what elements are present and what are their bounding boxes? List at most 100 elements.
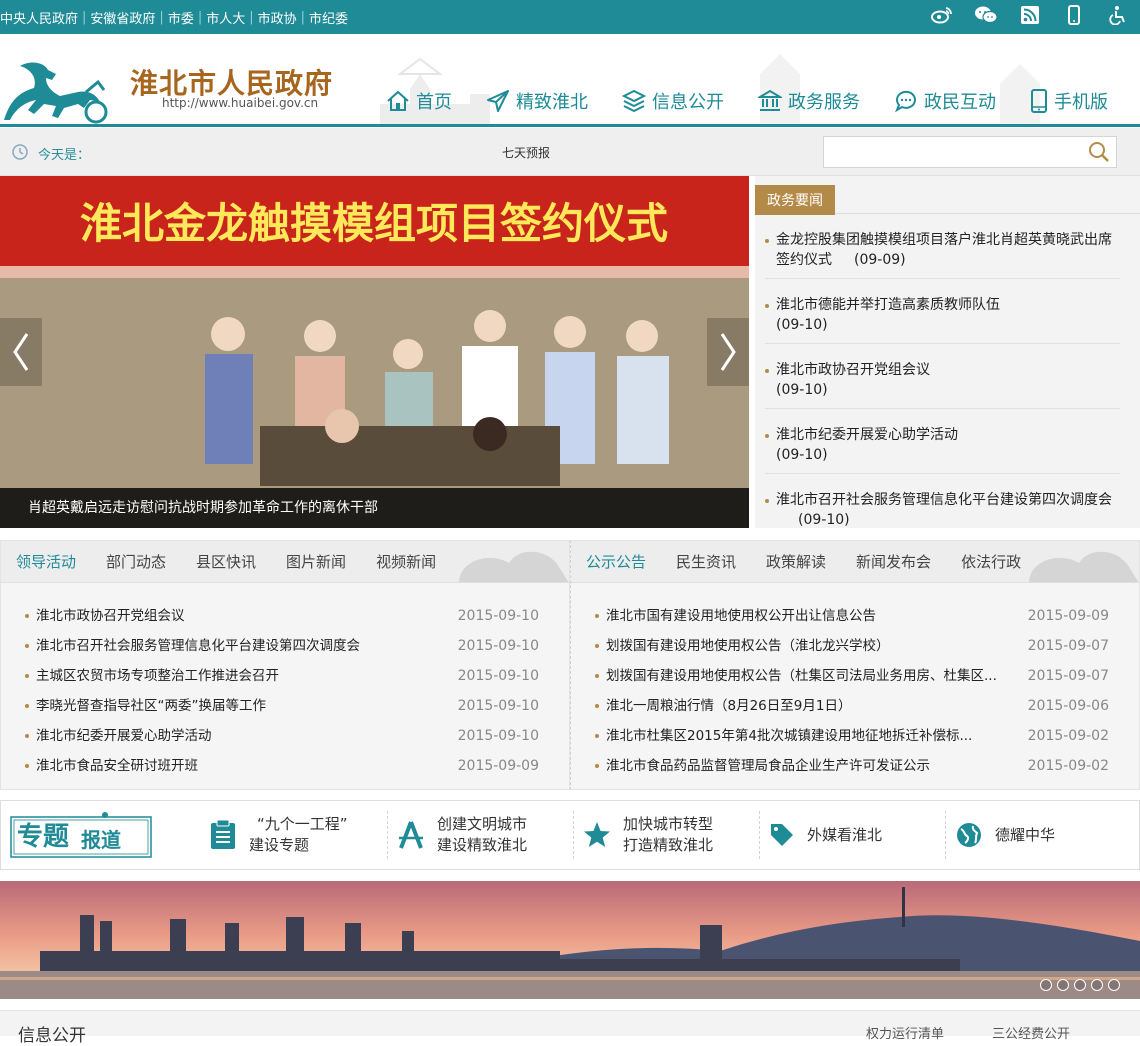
tab-livelihood[interactable]: 民生资讯 xyxy=(676,551,736,572)
tab-announcements[interactable]: 公示公告 xyxy=(586,551,646,572)
slider-prev-button[interactable] xyxy=(0,318,42,386)
item-date: 2015-09-09 xyxy=(457,758,539,774)
tab-video-news[interactable]: 视频新闻 xyxy=(376,551,436,572)
special-report-logo[interactable]: 专题 报道 xyxy=(9,807,155,861)
list-item[interactable]: 金龙控股集团触摸模组项目落户淮北肖超英黄晓武出席签约仪式 (09-09) xyxy=(765,214,1120,279)
list-item[interactable]: 淮北市政协召开党组会议 2015-09-10 xyxy=(1,601,569,631)
tab-department-news[interactable]: 部门动态 xyxy=(106,551,166,572)
wechat-icon[interactable] xyxy=(964,5,1008,29)
news-title: 淮北市德能并举打造高素质教师队伍 xyxy=(776,297,1000,313)
list-item[interactable]: 淮北市国有建设用地使用权公开出让信息公告 2015-09-09 xyxy=(571,601,1139,631)
list-item[interactable]: 淮北市杜集区2015年第4批次城镇建设用地征地拆迁补偿标... 2015-09-0… xyxy=(571,721,1139,751)
news-date: (09-10) xyxy=(776,317,828,333)
list-item[interactable]: 淮北市食品药品监督管理局食品企业生产许可发证公示 2015-09-02 xyxy=(571,751,1139,781)
rss-icon[interactable] xyxy=(1008,6,1052,28)
top-bar: 中央人民政府 | 安徽省政府 | 市委 | 市人大 | 市政协 | 市纪委 xyxy=(0,0,1140,34)
divider xyxy=(759,811,760,859)
tab-policy-interpretation[interactable]: 政策解读 xyxy=(766,551,826,572)
list-item[interactable]: 淮北市纪委开展爱心助学活动 2015-09-10 xyxy=(1,721,569,751)
gov-news-panel: 政务要闻 金龙控股集团触摸模组项目落户淮北肖超英黄晓武出席签约仪式 (09-09)… xyxy=(755,176,1140,528)
date-bar: 今天是： 七天预报 xyxy=(0,128,1140,176)
weibo-icon[interactable] xyxy=(920,6,964,28)
item-title: 主城区农贸市场专项整治工作推进会召开 xyxy=(36,668,279,684)
top-icons xyxy=(920,0,1140,34)
search-icon[interactable] xyxy=(1088,141,1110,167)
city-panorama-banner[interactable] xyxy=(0,881,1140,999)
tab-law-administration[interactable]: 依法行政 xyxy=(961,551,1021,572)
pagination-dot[interactable] xyxy=(1108,979,1120,991)
list-item[interactable]: 淮北市政协召开党组会议 (09-10) xyxy=(765,344,1120,409)
nav-item-interaction[interactable]: 政民互动 xyxy=(894,88,996,114)
accessibility-icon[interactable] xyxy=(1096,5,1140,29)
top-link-cppcc[interactable]: 市政协 xyxy=(258,8,297,27)
list-item[interactable]: 淮北市召开社会服务管理信息化平台建设第四次调度会 (09-10) xyxy=(765,474,1120,538)
list-item[interactable]: 淮北一周粮油行情（8月26日至9月1日） 2015-09-06 xyxy=(571,691,1139,721)
banner-pagination xyxy=(1035,979,1120,991)
special-line2: 打造精致淮北 xyxy=(623,836,714,854)
pagination-dot[interactable] xyxy=(1057,979,1069,991)
item-title: 划拨国有建设用地使用权公告（杜集区司法局业务用房、杜集区... xyxy=(606,668,997,684)
list-item[interactable]: 淮北市德能并举打造高素质教师队伍 (09-10) xyxy=(765,279,1120,344)
nav-item-jingzhi[interactable]: 精致淮北 xyxy=(486,88,588,114)
top-link-npc[interactable]: 市人大 xyxy=(206,8,245,27)
nav-label: 政务服务 xyxy=(788,92,860,113)
special-line1: 加快城市转型 xyxy=(623,815,714,833)
item-date: 2015-09-10 xyxy=(457,638,539,654)
special-item-foreign-media[interactable]: 外媒看淮北 xyxy=(769,811,882,859)
search-input[interactable] xyxy=(824,137,1074,167)
gov-news-list: 金龙控股集团触摸模组项目落户淮北肖超英黄晓武出席签约仪式 (09-09) 淮北市德… xyxy=(755,214,1140,538)
special-item-nine-one[interactable]: “九个一工程” 建设专题 xyxy=(209,811,348,859)
nav-item-gov-service[interactable]: 政务服务 xyxy=(758,88,860,114)
separator: | xyxy=(159,9,164,25)
list-item[interactable]: 划拨国有建设用地使用权公告（杜集区司法局业务用房、杜集区... 2015-09-0… xyxy=(571,661,1139,691)
pagination-dot[interactable] xyxy=(1074,979,1086,991)
item-date: 2015-09-10 xyxy=(457,728,539,744)
pagination-dot[interactable] xyxy=(1040,979,1052,991)
top-link-anhui-gov[interactable]: 安徽省政府 xyxy=(90,8,155,27)
weather-forecast-link[interactable]: 七天预报 xyxy=(502,144,550,161)
special-item-city-transform[interactable]: 加快城市转型 打造精致淮北 xyxy=(583,811,713,859)
top-links: 中央人民政府 | 安徽省政府 | 市委 | 市人大 | 市政协 | 市纪委 xyxy=(0,0,348,34)
item-title: 淮北一周粮油行情（8月26日至9月1日） xyxy=(606,698,852,714)
star-icon xyxy=(584,822,610,847)
nav-label: 政民互动 xyxy=(924,92,996,113)
gov-news-tag[interactable]: 政务要闻 xyxy=(755,185,835,215)
info-public-title[interactable]: 信息公开 xyxy=(18,1021,86,1046)
item-date: 2015-09-10 xyxy=(457,608,539,624)
three-public-funds-link[interactable]: 三公经费公开 xyxy=(992,1023,1070,1042)
panorama-photo xyxy=(0,881,1140,999)
slider-next-button[interactable] xyxy=(707,318,749,386)
tab-press-conference[interactable]: 新闻发布会 xyxy=(856,551,931,572)
special-item-virtue[interactable]: 德耀中华 xyxy=(955,811,1055,859)
list-item[interactable]: 淮北市食品安全研讨班开班 2015-09-09 xyxy=(1,751,569,781)
nav-item-info-public[interactable]: 信息公开 xyxy=(622,88,724,114)
list-item[interactable]: 淮北市纪委开展爱心助学活动 (09-10) xyxy=(765,409,1120,474)
tab-leader-activity[interactable]: 领导活动 xyxy=(16,551,76,572)
special-item-civilized-city[interactable]: 创建文明城市 建设精致淮北 xyxy=(397,811,527,859)
list-item[interactable]: 划拨国有建设用地使用权公告（淮北龙兴学校） 2015-09-07 xyxy=(571,631,1139,661)
top-link-discipline[interactable]: 市纪委 xyxy=(309,8,348,27)
item-date: 2015-09-07 xyxy=(1027,668,1109,684)
list-item[interactable]: 李晓光督查指导社区“两委”换届等工作 2015-09-10 xyxy=(1,691,569,721)
horse-chariot-logo[interactable] xyxy=(0,52,110,124)
news-date: (09-10) xyxy=(798,512,850,528)
top-link-central-gov[interactable]: 中央人民政府 xyxy=(0,8,78,27)
item-title: 淮北市召开社会服务管理信息化平台建设第四次调度会 xyxy=(36,638,360,654)
tab-county-news[interactable]: 县区快讯 xyxy=(196,551,256,572)
tab-photo-news[interactable]: 图片新闻 xyxy=(286,551,346,572)
list-item[interactable]: 主城区农贸市场专项整治工作推进会召开 2015-09-10 xyxy=(1,661,569,691)
mobile-icon[interactable] xyxy=(1052,5,1096,29)
power-list-link[interactable]: 权力运行清单 xyxy=(866,1023,944,1042)
special-line1: 德耀中华 xyxy=(995,825,1056,844)
site-header: 淮北市人民政府 http://www.huaibei.gov.cn 首页 精致淮… xyxy=(0,34,1140,126)
divider xyxy=(387,811,388,859)
list-item[interactable]: 淮北市召开社会服务管理信息化平台建设第四次调度会 2015-09-10 xyxy=(1,631,569,661)
news-slider[interactable]: 淮北金龙触摸模组项目签约仪式 肖超英戴启远走访慰问抗战时期参加革命工作的离休干部 xyxy=(0,176,749,528)
pagination-dot[interactable] xyxy=(1091,979,1103,991)
nav-item-home[interactable]: 首页 xyxy=(386,88,452,114)
slider-caption[interactable]: 肖超英戴启远走访慰问抗战时期参加革命工作的离休干部 xyxy=(0,488,749,528)
news-title: 淮北市召开社会服务管理信息化平台建设第四次调度会 xyxy=(776,492,1112,508)
top-link-city-committee[interactable]: 市委 xyxy=(168,8,194,27)
item-date: 2015-09-10 xyxy=(457,698,539,714)
nav-item-mobile[interactable]: 手机版 xyxy=(1030,88,1108,114)
